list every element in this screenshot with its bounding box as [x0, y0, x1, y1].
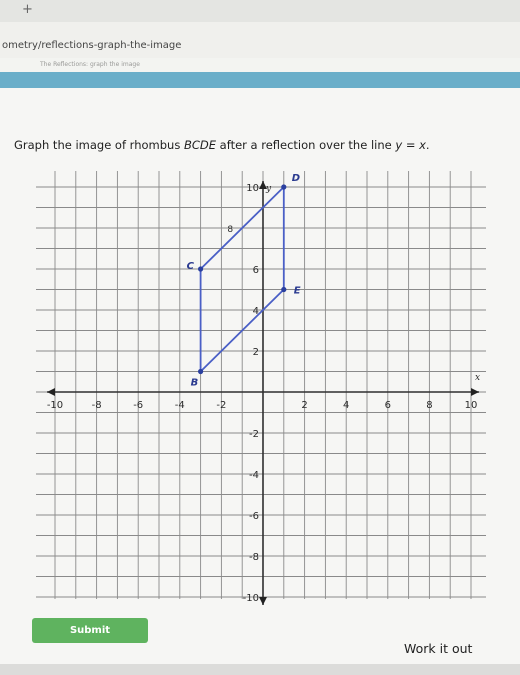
y-tick-label-minor: 8 [227, 225, 233, 235]
y-tick-label: 10 [246, 183, 259, 194]
vertex-label-c: C [187, 261, 195, 272]
x-tick-label: -6 [133, 400, 143, 411]
x-tick-label: -8 [92, 400, 102, 411]
shape-name: BCDE [183, 138, 217, 152]
question-prefix: Graph the image of rhombus [14, 138, 184, 152]
vertex-point-b[interactable] [198, 368, 204, 375]
x-tick-label: -4 [175, 400, 185, 411]
y-tick-label: -2 [249, 429, 259, 440]
x-tick-label: 6 [385, 400, 391, 411]
y-tick-label: -10 [243, 593, 259, 604]
header-band [0, 72, 520, 88]
y-axis-label: y [265, 184, 272, 194]
y-tick-label: 6 [253, 265, 259, 276]
question-suffix: . [425, 138, 430, 152]
vertex-label-b: B [191, 378, 199, 389]
vertex-point-c[interactable] [198, 266, 204, 272]
bottom-bar [0, 664, 520, 675]
y-tick-label: -6 [249, 511, 259, 522]
url-text[interactable]: ometry/reflections-graph-the-image [2, 40, 181, 51]
new-tab-icon[interactable]: + [22, 2, 33, 17]
x-axis-arrow-right-icon [471, 388, 479, 396]
work-it-out-link[interactable]: Work it out [404, 641, 472, 656]
vertex-label-e: E [294, 286, 301, 297]
x-axis-label: x [475, 373, 480, 383]
y-tick-label: -8 [249, 552, 259, 563]
browser-top-bar: + [0, 0, 520, 22]
question-text: Graph the image of rhombus BCDE after a … [14, 138, 430, 152]
x-tick-label: 8 [426, 400, 432, 411]
question-middle: after a reflection over the line [216, 138, 396, 152]
breadcrumb[interactable]: The Reflections: graph the image [40, 61, 140, 68]
x-axis-arrow-left-icon [47, 388, 55, 396]
vertex-point-d[interactable] [281, 184, 287, 190]
y-tick-label: 2 [253, 347, 259, 358]
x-tick-label: -10 [47, 400, 63, 411]
y-axis-arrow-down-icon [259, 597, 267, 605]
submit-button[interactable]: Submit [32, 618, 148, 643]
vertex-label-d: D [292, 173, 300, 184]
vertex-point-e[interactable] [281, 286, 287, 293]
coordinate-grid[interactable]: xy-10 -8 -6 -4 -2 2 4 6 8 1010642-2-4-6-8-108BCDE [36, 165, 486, 605]
x-tick-label: 2 [301, 400, 307, 411]
y-tick-label: -4 [249, 470, 259, 481]
x-tick-label: 10 [465, 400, 478, 411]
equation: y = x [395, 138, 426, 152]
x-tick-label: -2 [216, 400, 226, 411]
x-tick-label: 4 [343, 400, 349, 411]
